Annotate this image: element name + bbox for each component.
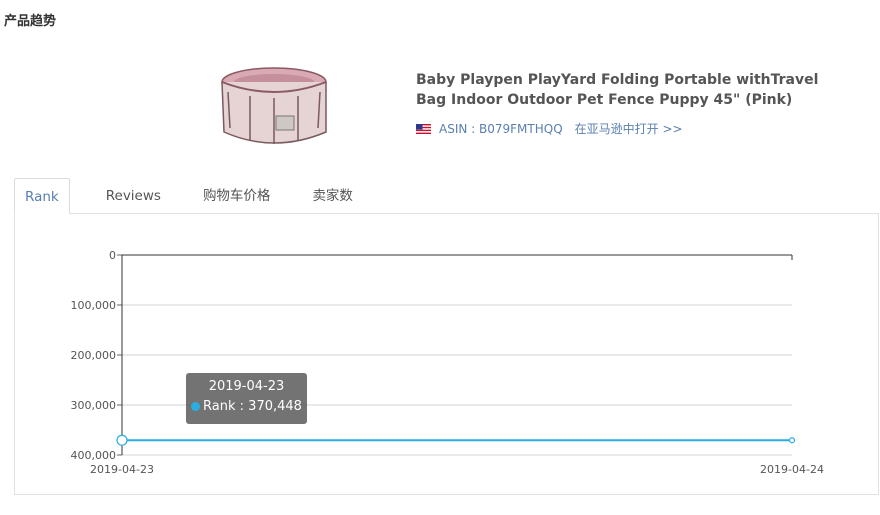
y-tick-label: 200,000 <box>71 349 117 362</box>
tab-rank[interactable]: Rank <box>14 178 70 214</box>
rank-line-chart[interactable]: 0100,000200,000300,000400,0002019-04-23 2… <box>0 0 880 515</box>
tooltip-date: 2019-04-23 <box>208 379 285 394</box>
rank-data-point <box>788 437 796 444</box>
chart-tooltip: 2019-04-23 Rank : 370,448 <box>186 373 307 424</box>
y-tick-label: 400,000 <box>71 449 117 462</box>
y-tick-label: 0 <box>109 249 116 262</box>
x-tick-label: 2019-04-23 <box>90 463 154 476</box>
tooltip-value: Rank : 370,448 <box>203 399 302 414</box>
series-dot-icon <box>191 402 201 411</box>
y-tick-label: 100,000 <box>71 299 117 312</box>
x-tick-label: 2019-04-24 <box>760 463 824 476</box>
y-tick-label: 300,000 <box>71 399 117 412</box>
rank-data-point <box>116 434 128 446</box>
